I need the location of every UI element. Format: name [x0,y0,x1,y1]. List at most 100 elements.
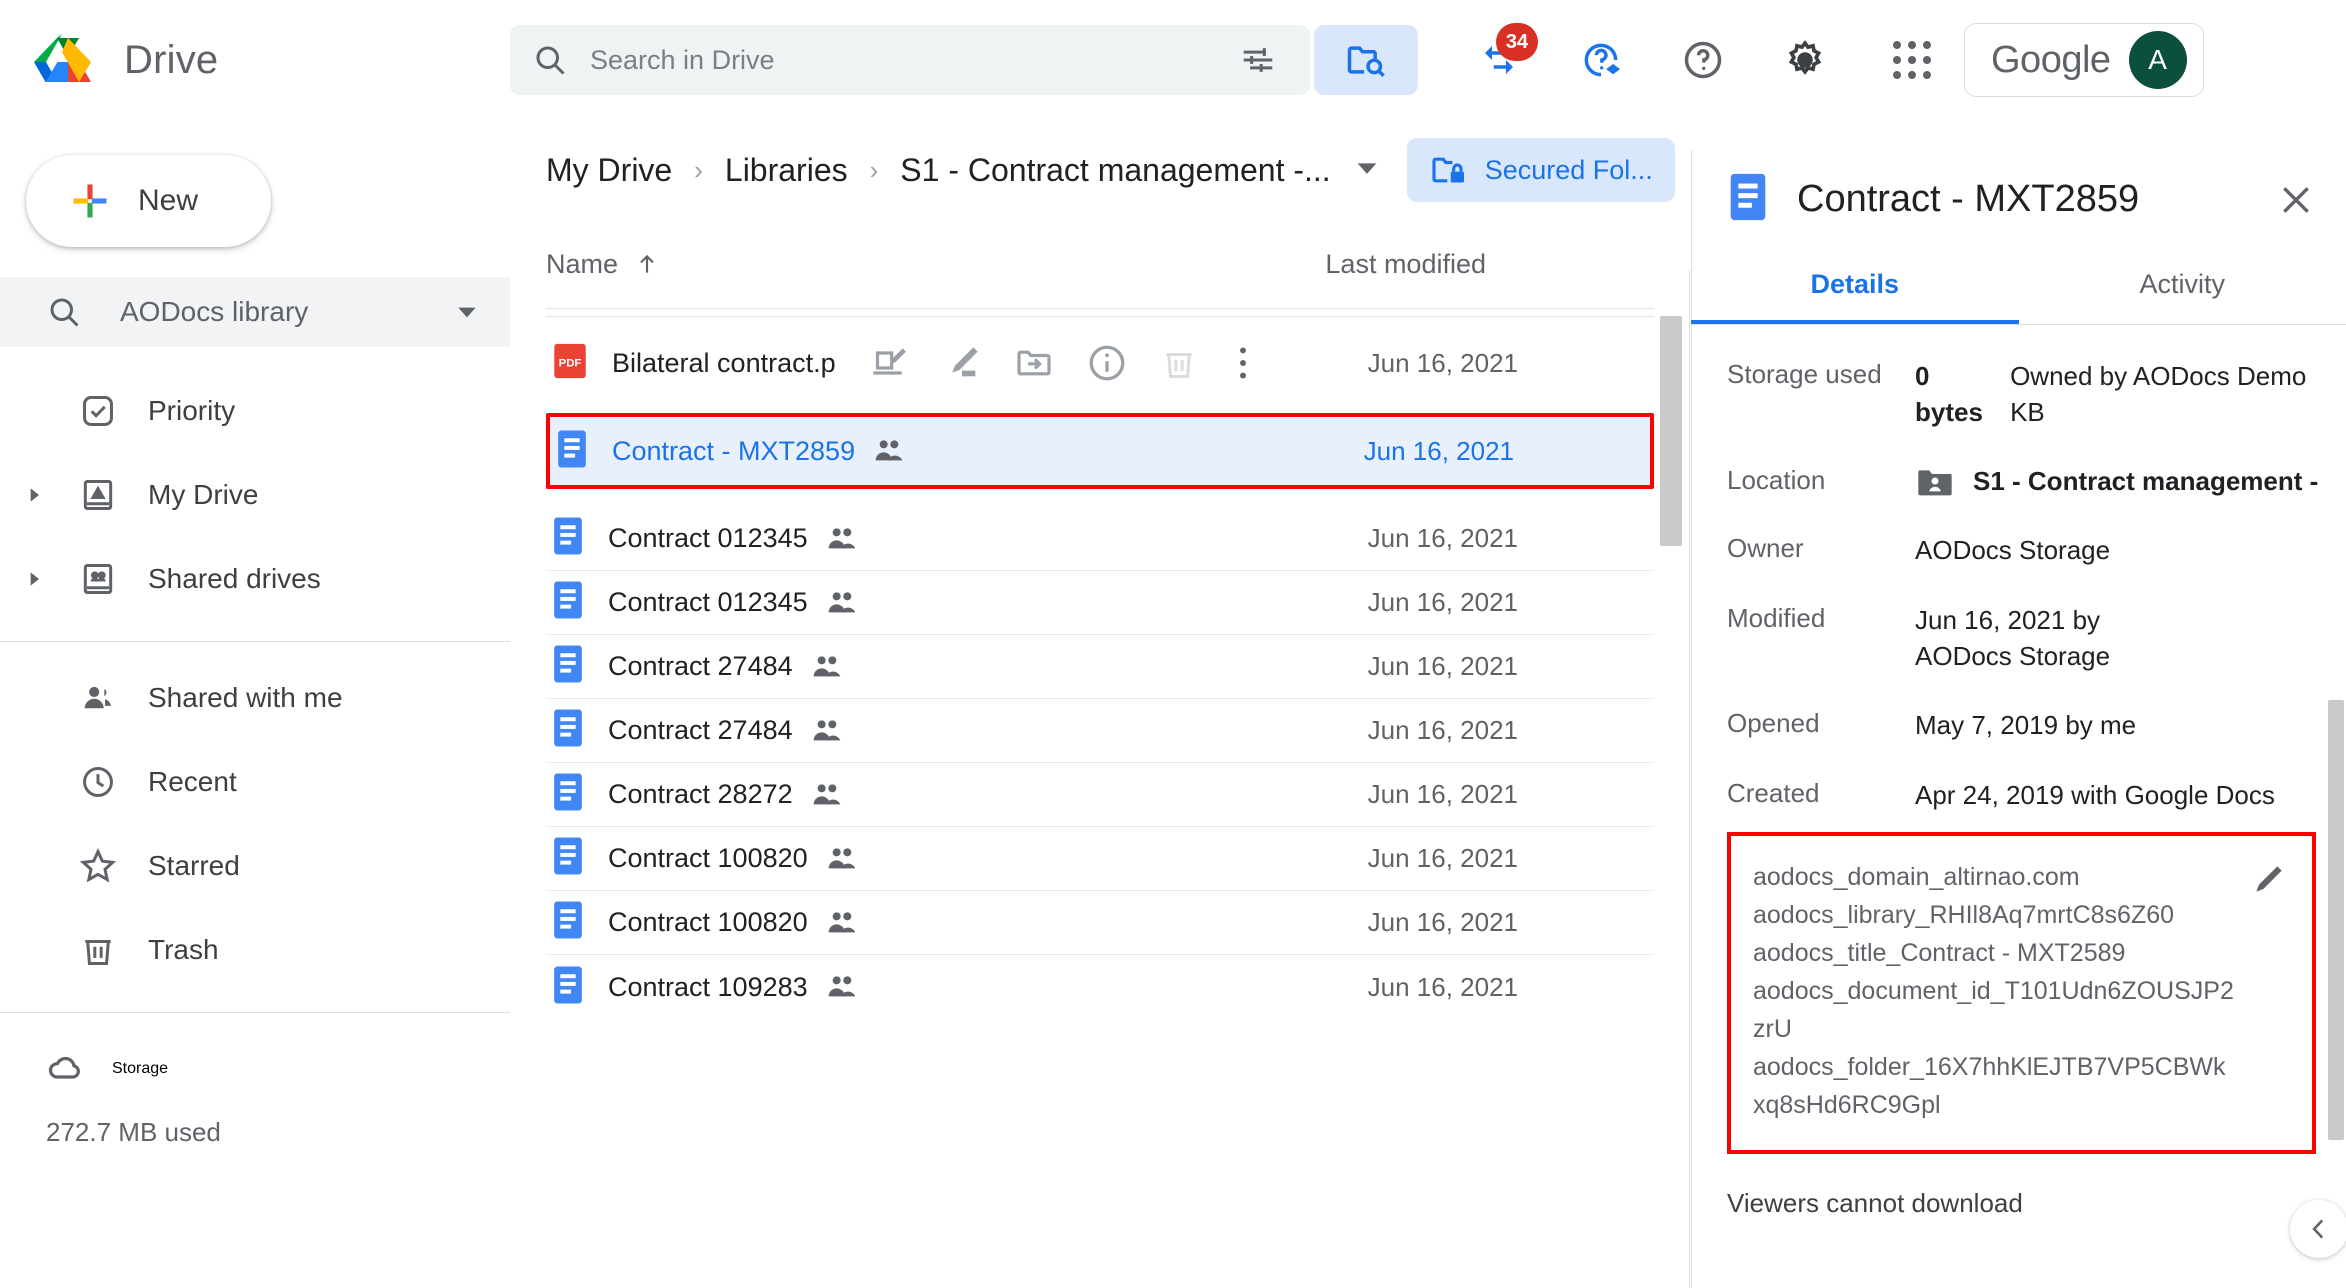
pencil-edit-icon[interactable] [2246,862,2286,907]
folder-search-icon[interactable] [1314,25,1418,95]
table-row[interactable]: Contract - MXT2859 Jun 16, 2021 [546,413,1654,489]
tab-active-indicator [1691,320,2019,324]
file-name[interactable]: Contract 100820 [608,843,808,874]
new-button[interactable]: New [26,155,271,247]
table-row[interactable]: Contract 27484 Jun 16, 2021 [546,635,1654,699]
file-name[interactable]: Contract 109283 [608,972,808,1003]
help-diamond-icon[interactable] [1568,27,1634,93]
description-box[interactable]: aodocs_domain_altirnao.com aodocs_librar… [1727,832,2316,1155]
location-value[interactable]: S1 - Contract management - [1915,465,2318,499]
file-name[interactable]: Contract 28272 [608,779,793,810]
field-label: Owner [1727,532,1804,563]
file-name[interactable]: Contract 27484 [608,715,793,746]
details-panel-header: Contract - MXT2859 [1691,120,2346,227]
search-icon[interactable] [510,25,590,95]
secured-folder-icon [1432,157,1464,183]
file-modified-date: Jun 16, 2021 [1367,715,1518,745]
trash-icon [74,931,122,969]
field-opened: Opened May 7, 2019 by me [1727,708,2316,744]
storage-used-text: 272.7 MB used [46,1117,221,1147]
table-row[interactable]: Contract 012345 Jun 16, 2021 [546,571,1654,635]
more-vert-icon[interactable] [1230,342,1256,384]
tab-details[interactable]: Details [1691,269,2019,324]
collapse-panel-button[interactable] [2290,1200,2346,1258]
account-chip[interactable]: Google A [1964,23,2204,97]
shared-people-icon [826,525,858,553]
breadcrumb-separator: › [869,154,879,185]
sidebar-item-starred[interactable]: Starred [0,824,510,908]
sidebar-item-label: Starred [148,850,240,881]
search-icon [50,298,79,327]
chevron-left-icon [2312,1219,2324,1239]
tab-activity[interactable]: Activity [2019,269,2346,324]
column-header-modified[interactable]: Last modified [1325,249,1486,280]
sidebar-item-recent[interactable]: Recent [0,740,510,824]
sidebar-item-label: Priority [148,395,236,426]
sync-transfer-icon[interactable]: 34 [1466,23,1538,93]
secured-folder-chip[interactable]: Secured Fol... [1406,138,1675,202]
pdf-file-icon: PDF [552,341,588,386]
table-row[interactable]: Contract 012345 Jun 16, 2021 [546,507,1654,571]
column-header-name[interactable]: Name [546,249,660,280]
table-row[interactable]: Contract 100820 Jun 16, 2021 [546,891,1654,955]
pencil-edit-icon[interactable] [942,343,982,383]
info-circle-icon[interactable] [1086,342,1128,384]
file-modified-date: Jun 16, 2021 [1367,347,1518,378]
file-name[interactable]: Bilateral contract.p [612,348,836,379]
chevron-down-icon[interactable] [1353,154,1381,187]
shared-people-icon [826,845,858,873]
table-row[interactable]: Contract 27484 Jun 16, 2021 [546,699,1654,763]
sidebar-item-storage[interactable]: Storage [0,1027,510,1111]
file-name[interactable]: Contract - MXT2859 [612,436,855,467]
file-name[interactable]: Contract 012345 [608,587,808,618]
sidebar-divider [0,641,510,642]
main-content: My Drive › Libraries › S1 - Contract man… [510,120,2151,1288]
search-input[interactable] [590,44,1205,76]
sidebar-divider-2 [0,1012,510,1013]
breadcrumb-separator: › [694,154,703,185]
avatar[interactable]: A [2128,31,2187,89]
move-to-folder-icon[interactable] [1014,343,1054,383]
sidebar-item-shared-with-me[interactable]: Shared with me [0,656,510,740]
search-bar[interactable] [510,25,1310,95]
field-owner-suffix: Owned by AODocs Demo KB [2010,361,2307,427]
google-docs-icon [552,772,584,817]
sidebar-item-label: Shared with me [148,682,343,713]
close-icon[interactable] [2276,180,2316,220]
details-panel-scrollbar[interactable] [2328,700,2344,1140]
field-value: Apr 24, 2019 with Google Docs [1915,780,2275,811]
sidebar-item-my-drive[interactable]: My Drive [0,453,510,537]
sidebar-item-priority[interactable]: Priority [0,369,510,453]
file-list: PDF Bilateral contract.p Jun 16, 2021 Co… [510,331,1690,1019]
file-name[interactable]: Contract 100820 [608,907,808,938]
library-selector[interactable]: AODocs library [0,277,510,347]
table-row[interactable]: Contract 100820 Jun 16, 2021 [546,827,1654,891]
sidebar-item-shared-drives[interactable]: Shared drives [0,537,510,621]
shared-people-icon [811,653,843,681]
open-with-laptop-icon[interactable] [870,343,910,383]
apps-grid-icon[interactable] [1884,32,1940,88]
field-storage-used: Storage used 0 bytes Owned by AODocs Dem… [1727,359,2316,431]
settings-gear-icon[interactable] [1772,27,1838,93]
expand-caret-icon[interactable] [20,485,48,505]
expand-caret-icon[interactable] [20,569,48,589]
sync-badge: 34 [1496,23,1538,61]
help-circle-icon[interactable] [1670,27,1736,93]
table-row[interactable]: Contract 109283 Jun 16, 2021 [546,955,1654,1019]
file-list-scrollbar[interactable] [1660,316,1682,1288]
app-brand[interactable]: Drive [0,0,510,120]
field-label: Location [1727,464,1826,495]
sidebar-item-trash[interactable]: Trash [0,908,510,992]
file-name[interactable]: Contract 27484 [608,651,793,682]
breadcrumb-current-folder[interactable]: S1 - Contract management -... [900,152,1330,189]
google-docs-icon [552,965,584,1010]
breadcrumb-libraries[interactable]: Libraries [725,152,848,189]
table-row[interactable]: PDF Bilateral contract.p Jun 16, 2021 [546,331,1654,395]
tune-icon[interactable] [1205,25,1310,95]
google-docs-icon [552,708,584,753]
google-docs-icon [1727,172,1769,227]
scrollbar-thumb[interactable] [1660,316,1682,546]
file-name[interactable]: Contract 012345 [608,523,808,554]
breadcrumb-my-drive[interactable]: My Drive [546,152,672,189]
table-row[interactable]: Contract 28272 Jun 16, 2021 [546,763,1654,827]
